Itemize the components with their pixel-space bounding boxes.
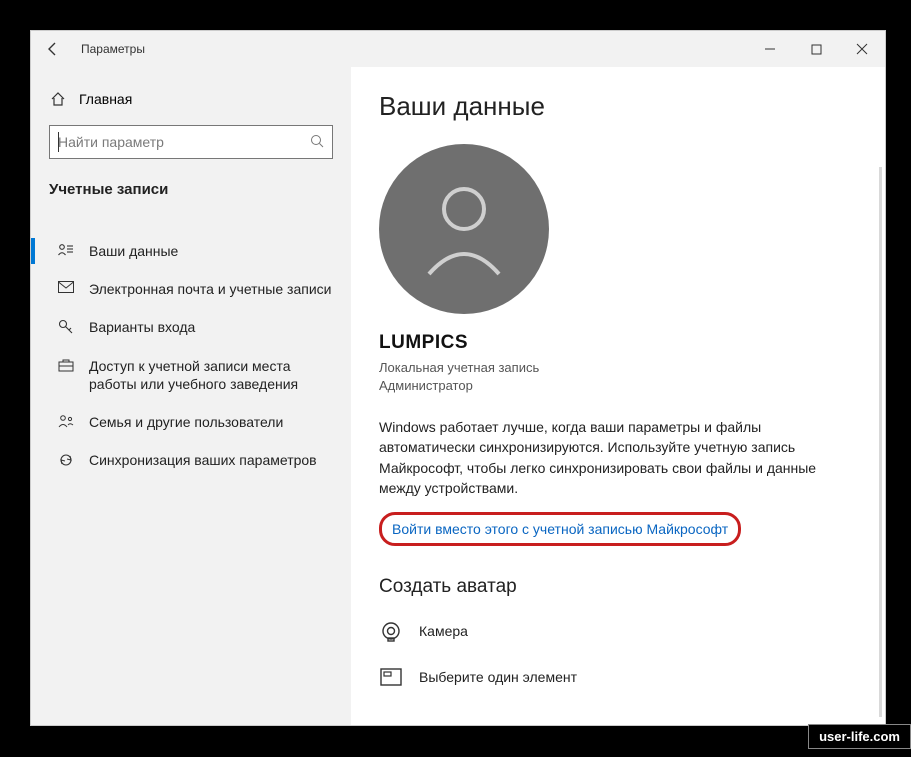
home-icon [49, 91, 67, 107]
camera-icon [379, 620, 403, 642]
avatar-option-camera[interactable]: Камера [379, 620, 857, 642]
sidebar: Главная Учетные записи Ваши данные [31, 67, 351, 725]
briefcase-icon [57, 358, 75, 372]
avatar-option-label: Выберите один элемент [419, 669, 577, 685]
people-icon [57, 414, 75, 428]
arrow-left-icon [45, 41, 61, 57]
content-area: Ваши данные LUMPICS Локальная учетная за… [351, 67, 885, 725]
signin-microsoft-link[interactable]: Войти вместо этого с учетной записью Май… [379, 512, 741, 546]
avatar-option-label: Камера [419, 623, 468, 639]
home-label: Главная [79, 91, 132, 107]
minimize-icon [764, 43, 776, 55]
person-card-icon [57, 243, 75, 257]
sync-icon [57, 452, 75, 468]
back-button[interactable] [31, 41, 75, 57]
watermark: user-life.com [808, 724, 911, 749]
avatar [379, 144, 549, 314]
page-title: Ваши данные [379, 91, 857, 122]
settings-window: Параметры Главная [30, 30, 886, 726]
search-field[interactable] [58, 134, 310, 150]
text-cursor [58, 132, 59, 152]
user-name: LUMPICS [379, 332, 857, 354]
sidebar-item-label: Доступ к учетной записи места работы или… [89, 357, 333, 393]
home-link[interactable]: Главная [49, 89, 333, 109]
account-type: Локальная учетная запись [379, 360, 857, 375]
search-input[interactable] [49, 125, 333, 159]
close-icon [856, 43, 868, 55]
person-icon [419, 179, 509, 279]
search-icon [310, 134, 324, 151]
sidebar-category: Учетные записи [49, 181, 333, 198]
sidebar-item-label: Синхронизация ваших параметров [89, 451, 333, 469]
sidebar-item-label: Ваши данные [89, 242, 333, 260]
sidebar-item-sync[interactable]: Синхронизация ваших параметров [49, 441, 333, 479]
maximize-icon [811, 44, 822, 55]
minimize-button[interactable] [747, 31, 793, 67]
mail-icon [57, 281, 75, 293]
key-icon [57, 319, 75, 335]
titlebar: Параметры [31, 31, 885, 67]
sidebar-item-work-school[interactable]: Доступ к учетной записи места работы или… [49, 347, 333, 403]
maximize-button[interactable] [793, 31, 839, 67]
sidebar-item-your-info[interactable]: Ваши данные [49, 232, 333, 270]
window-title: Параметры [75, 42, 145, 56]
avatar-option-browse[interactable]: Выберите один элемент [379, 668, 857, 686]
sidebar-nav: Ваши данные Электронная почта и учетные … [49, 232, 333, 479]
close-button[interactable] [839, 31, 885, 67]
sidebar-item-signin-options[interactable]: Варианты входа [49, 308, 333, 346]
scrollbar[interactable] [879, 167, 882, 717]
sidebar-item-label: Варианты входа [89, 318, 333, 336]
sidebar-item-email-accounts[interactable]: Электронная почта и учетные записи [49, 270, 333, 308]
sidebar-item-family[interactable]: Семья и другие пользователи [49, 403, 333, 441]
sync-description: Windows работает лучше, когда ваши парам… [379, 417, 849, 498]
browse-icon [379, 668, 403, 686]
sidebar-item-label: Электронная почта и учетные записи [89, 280, 333, 298]
account-role: Администратор [379, 378, 857, 393]
sidebar-item-label: Семья и другие пользователи [89, 413, 333, 431]
create-avatar-heading: Создать аватар [379, 576, 857, 598]
